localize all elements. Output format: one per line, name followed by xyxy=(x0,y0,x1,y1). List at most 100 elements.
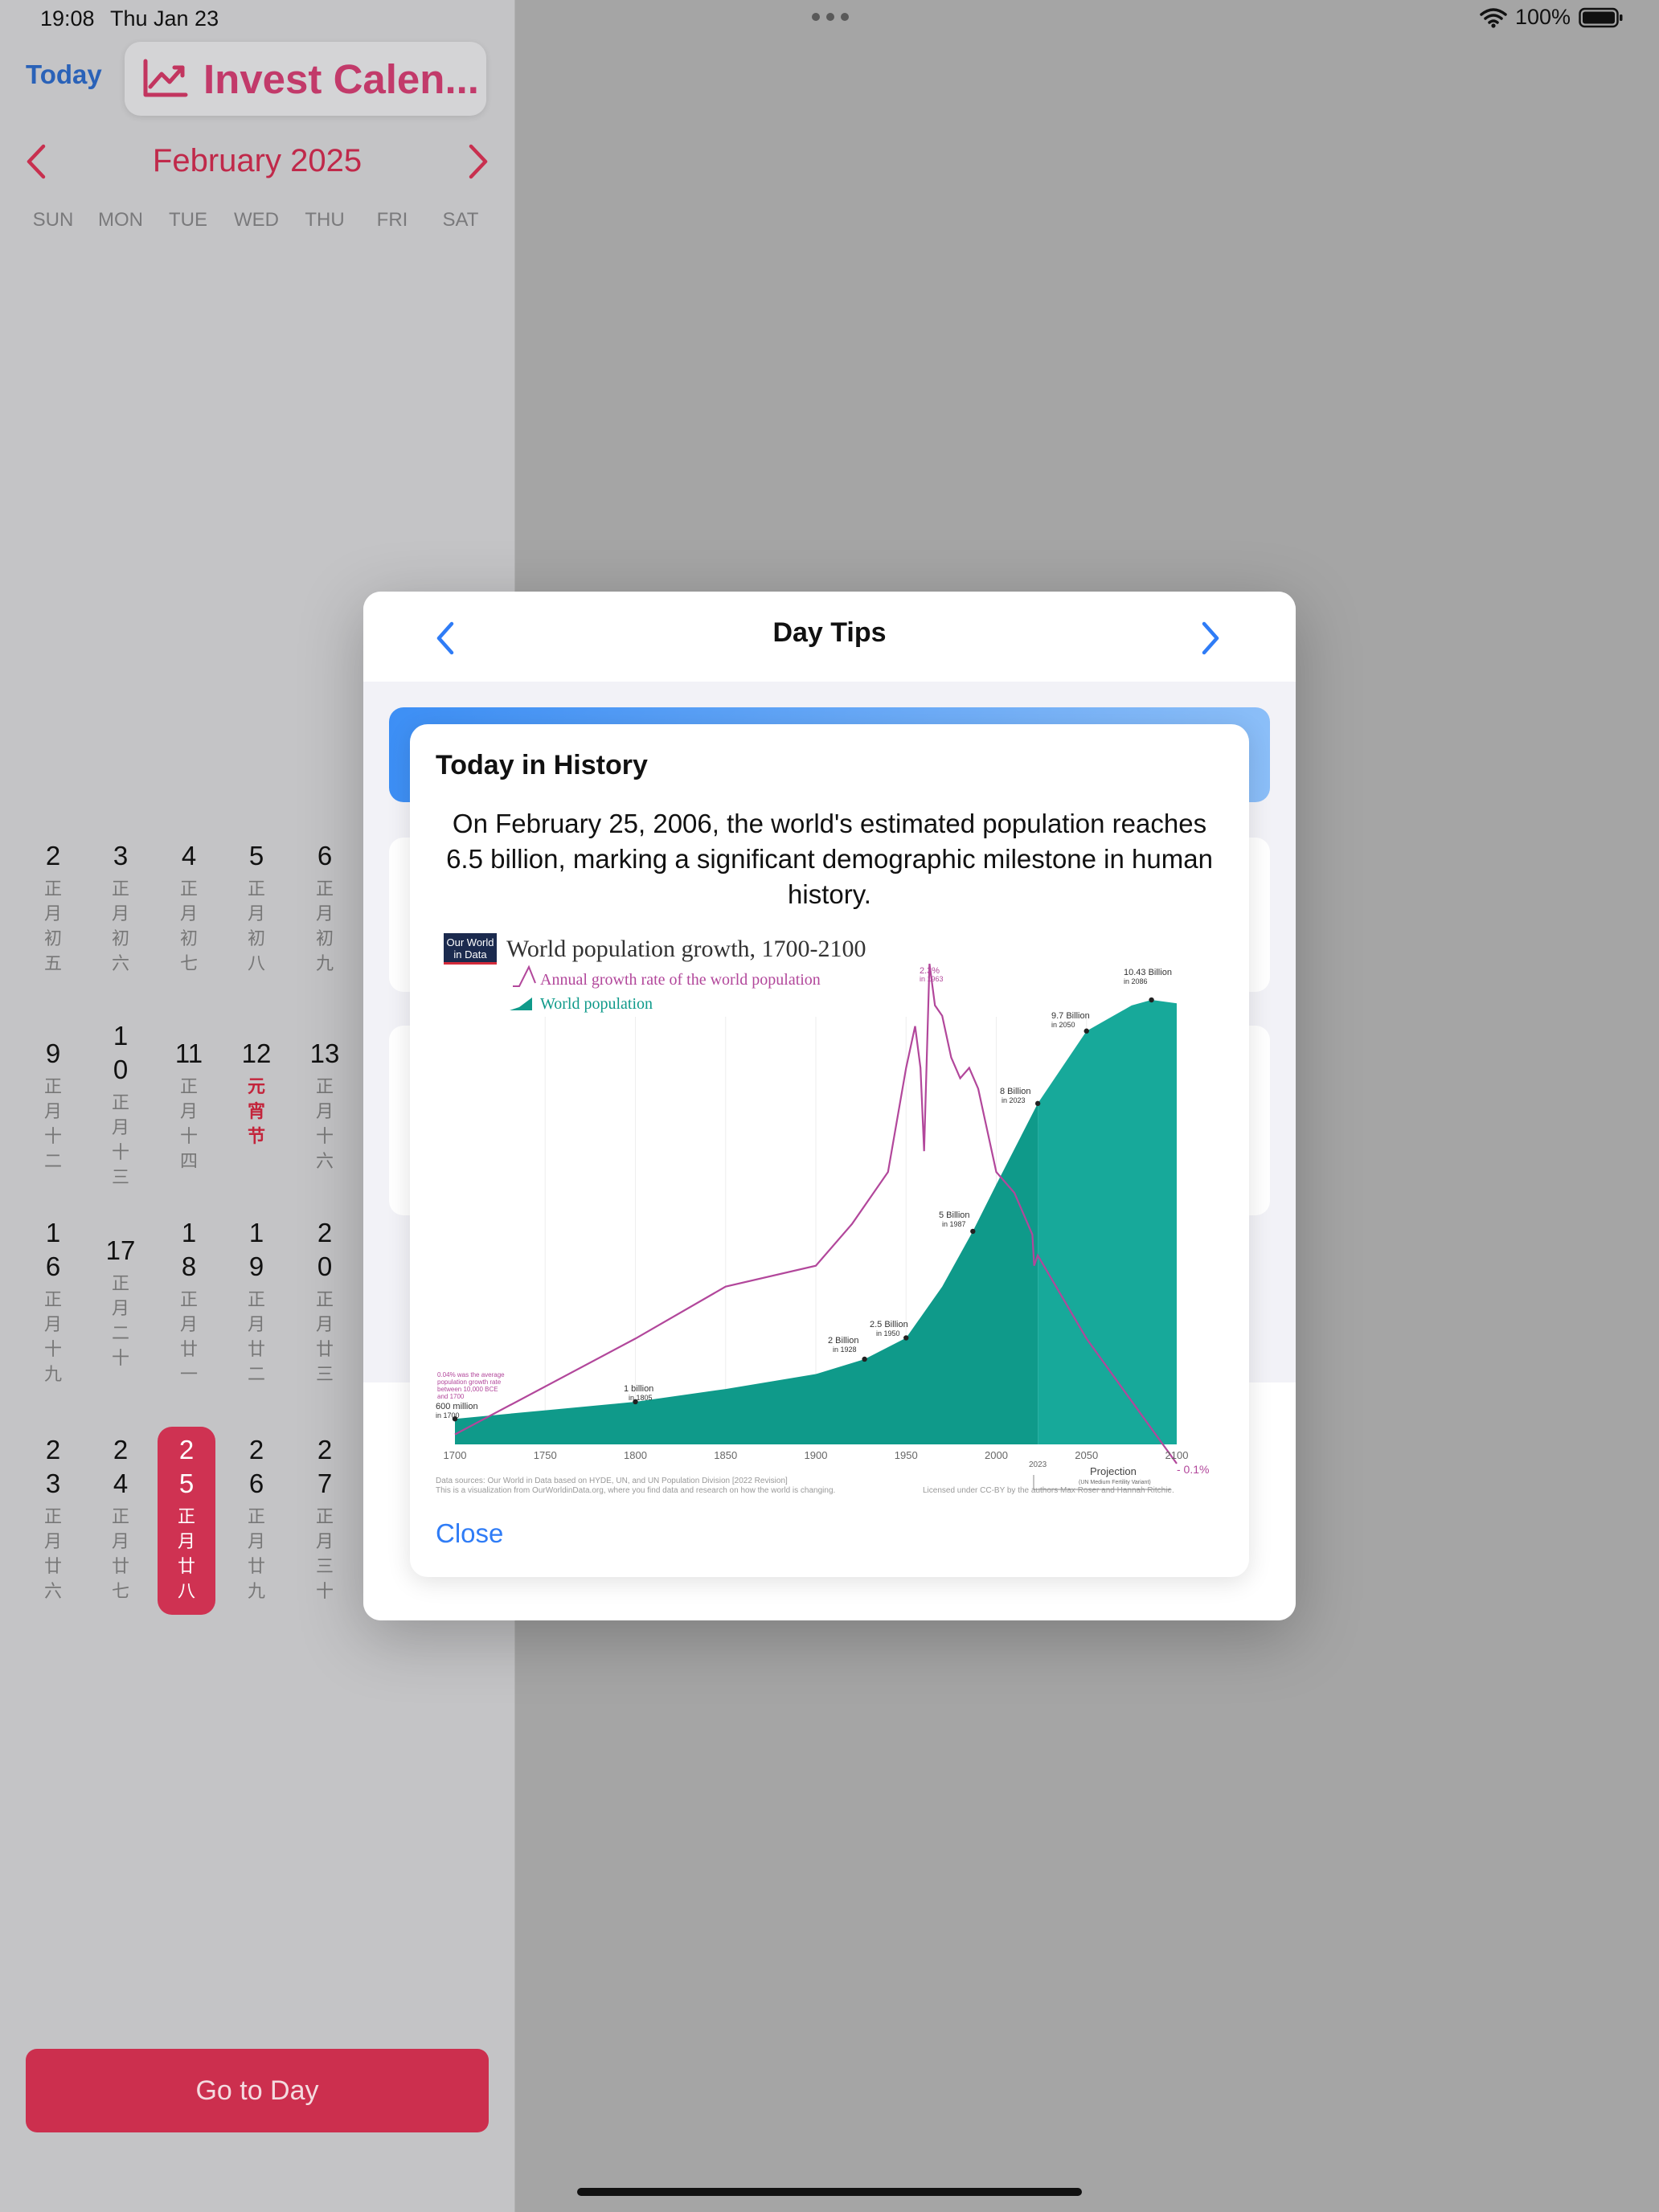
annotation-8b-2: in 2023 xyxy=(1002,1096,1026,1104)
calendar-lunar-date: 正月初五 xyxy=(43,879,62,973)
calendar-lunar-date: 正月十二 xyxy=(43,1076,62,1171)
battery-percent: 100% xyxy=(1514,5,1571,29)
annotation-1b-1: 1 billion xyxy=(624,1384,653,1394)
calendar-day[interactable]: 25 正月廿八 xyxy=(158,1427,215,1615)
annotation-1043b-1: 10.43 Billion xyxy=(1124,968,1172,977)
status-time: 19:08 xyxy=(40,6,95,31)
calendar-lunar-date: 正月廿九 xyxy=(247,1506,265,1601)
history-text: On February 25, 2006, the world's estima… xyxy=(446,809,1213,909)
multitasking-dots-icon[interactable] xyxy=(812,13,849,21)
calendar-day-number: 17 xyxy=(105,1235,136,1265)
calendar-day[interactable]: 12 元宵节 xyxy=(227,1037,285,1149)
annotation-rate-note-2: population growth rate xyxy=(437,1378,502,1386)
annotation-25b-2: in 1950 xyxy=(876,1329,900,1337)
calendar-lunar-date: 正月廿七 xyxy=(111,1506,129,1601)
population-chart-svg: Our World in Data World population growt… xyxy=(436,933,1209,1495)
weekday-thu: THU xyxy=(305,209,345,231)
calendar-day[interactable]: 23 正月廿六 xyxy=(24,1433,82,1604)
annotation-peak-2: in 1963 xyxy=(920,975,944,983)
annotation-97b-1: 9.7 Billion xyxy=(1051,1011,1090,1021)
chevron-right-icon[interactable] xyxy=(466,143,490,180)
calendar-day[interactable]: 20 正月廿三 xyxy=(296,1216,354,1387)
weekday-sat: SAT xyxy=(442,209,479,231)
weekday-mon: MON xyxy=(98,209,143,231)
annotation-2b-2: in 1928 xyxy=(833,1346,857,1354)
calendar-lunar-date: 正月十九 xyxy=(43,1289,62,1384)
calendar-lunar-date: 正月廿八 xyxy=(177,1506,195,1601)
calendar-day[interactable]: 16 正月十九 xyxy=(24,1216,82,1387)
today-in-history-card: Today in History On February 25, 2006, t… xyxy=(410,724,1249,1577)
annotation-600m-2: in 1700 xyxy=(436,1411,460,1419)
legend-pop-swatch xyxy=(510,997,532,1010)
x-tick-label: 1900 xyxy=(805,1449,828,1461)
calendar-day-number: 2 xyxy=(45,841,61,870)
annotation-projection-sub: (UN Medium Fertility Variant) xyxy=(1079,1480,1151,1485)
calendar-day-number: 3 xyxy=(113,841,129,870)
calendar-day[interactable]: 19 正月廿二 xyxy=(227,1216,285,1387)
calendar-day[interactable]: 27 正月三十 xyxy=(296,1433,354,1604)
calendar-lunar-date: 正月廿三 xyxy=(315,1289,334,1384)
close-button[interactable]: Close xyxy=(436,1518,503,1549)
annotation-5b-2: in 1987 xyxy=(942,1220,966,1228)
calendar-day-number: 10 xyxy=(113,1021,129,1084)
calendar-festival: 元宵节 xyxy=(247,1076,265,1146)
calendar-day[interactable]: 9 正月十二 xyxy=(24,1037,82,1174)
population-chart: Our World in Data World population growt… xyxy=(436,928,1223,1502)
calendar-day[interactable]: 13 正月十六 xyxy=(296,1037,354,1174)
calendar-day-number: 25 xyxy=(178,1435,195,1498)
calendar-day[interactable]: 18 正月廿一 xyxy=(160,1216,218,1387)
population-area-projection xyxy=(1038,1000,1177,1444)
calendar-lunar-date: 正月廿六 xyxy=(43,1506,62,1601)
x-tick-label: 1800 xyxy=(624,1449,647,1461)
calendar-day[interactable]: 10 正月十三 xyxy=(92,1019,150,1190)
annotation-97b-2: in 2050 xyxy=(1051,1021,1075,1029)
weekday-tue: TUE xyxy=(169,209,207,231)
today-button[interactable]: Today xyxy=(26,59,102,90)
calendar-day[interactable]: 3 正月初六 xyxy=(92,839,150,976)
x-tick-label: 1750 xyxy=(534,1449,557,1461)
annotation-rate-note-4: and 1700 xyxy=(437,1393,465,1400)
x-tick-label: 1850 xyxy=(714,1449,737,1461)
annotation-2b-1: 2 Billion xyxy=(828,1336,859,1346)
wifi-icon xyxy=(1480,7,1507,28)
annotation-rate-note-3: between 10,000 BCE xyxy=(437,1386,498,1393)
annotation-5b-1: 5 Billion xyxy=(939,1210,970,1220)
x-tick-label: 1700 xyxy=(444,1449,467,1461)
calendar-day-number: 9 xyxy=(45,1038,61,1068)
x-tick-label: 1950 xyxy=(895,1449,918,1461)
chart-logo: Our World in Data xyxy=(444,933,497,965)
calendar-day-number: 24 xyxy=(113,1435,129,1498)
calendar-day-number: 11 xyxy=(174,1038,203,1068)
x-tick-label: 2100 xyxy=(1165,1449,1189,1461)
calendar-day-number: 27 xyxy=(317,1435,333,1498)
population-milestone-point xyxy=(1083,1028,1089,1034)
calendar-day[interactable]: 2 正月初五 xyxy=(24,839,82,976)
calendar-day[interactable]: 5 正月初八 xyxy=(227,839,285,976)
calendar-day-number: 26 xyxy=(248,1435,264,1498)
chart-sources: Data sources: Our World in Data based on… xyxy=(436,1477,788,1485)
calendar-lunar-date: 正月初七 xyxy=(179,879,198,973)
x-tick-label: 2000 xyxy=(985,1449,1008,1461)
weekday-sun: SUN xyxy=(32,209,74,231)
chart-x-ticks: 1700 1750 1800 1850 1900 1950 2000 2023 2050 2100 xyxy=(444,1449,1189,1469)
chart-title: World population growth, 1700-2100 xyxy=(506,936,866,962)
calendar-day[interactable]: 11 正月十四 xyxy=(160,1037,218,1174)
calendar-day-number: 5 xyxy=(248,841,264,870)
calendar-day[interactable]: 17 正月二十 xyxy=(92,1234,150,1370)
annotation-1b-2: in 1805 xyxy=(629,1394,653,1402)
weekday-fri: FRI xyxy=(376,209,408,231)
chart-visualization-note: This is a visualization from OurWorldinD… xyxy=(436,1486,835,1495)
chevron-right-icon[interactable] xyxy=(1199,621,1222,656)
app-title: Invest Calen... xyxy=(203,55,479,102)
calendar-day[interactable]: 6 正月初九 xyxy=(296,839,354,976)
calendar-day-number: 20 xyxy=(317,1218,333,1281)
app-title-button[interactable]: Invest Calen... xyxy=(125,42,486,116)
calendar-day[interactable]: 24 正月廿七 xyxy=(92,1433,150,1604)
modal-title: Day Tips xyxy=(772,617,887,648)
go-to-day-button[interactable]: Go to Day xyxy=(26,2049,489,2132)
calendar-day[interactable]: 26 正月廿九 xyxy=(227,1433,285,1604)
annotation-end-rate: - 0.1% xyxy=(1177,1463,1209,1476)
calendar-day[interactable]: 4 正月初七 xyxy=(160,839,218,976)
calendar-lunar-date: 正月十六 xyxy=(315,1076,334,1171)
logo-line-2: in Data xyxy=(453,948,487,961)
